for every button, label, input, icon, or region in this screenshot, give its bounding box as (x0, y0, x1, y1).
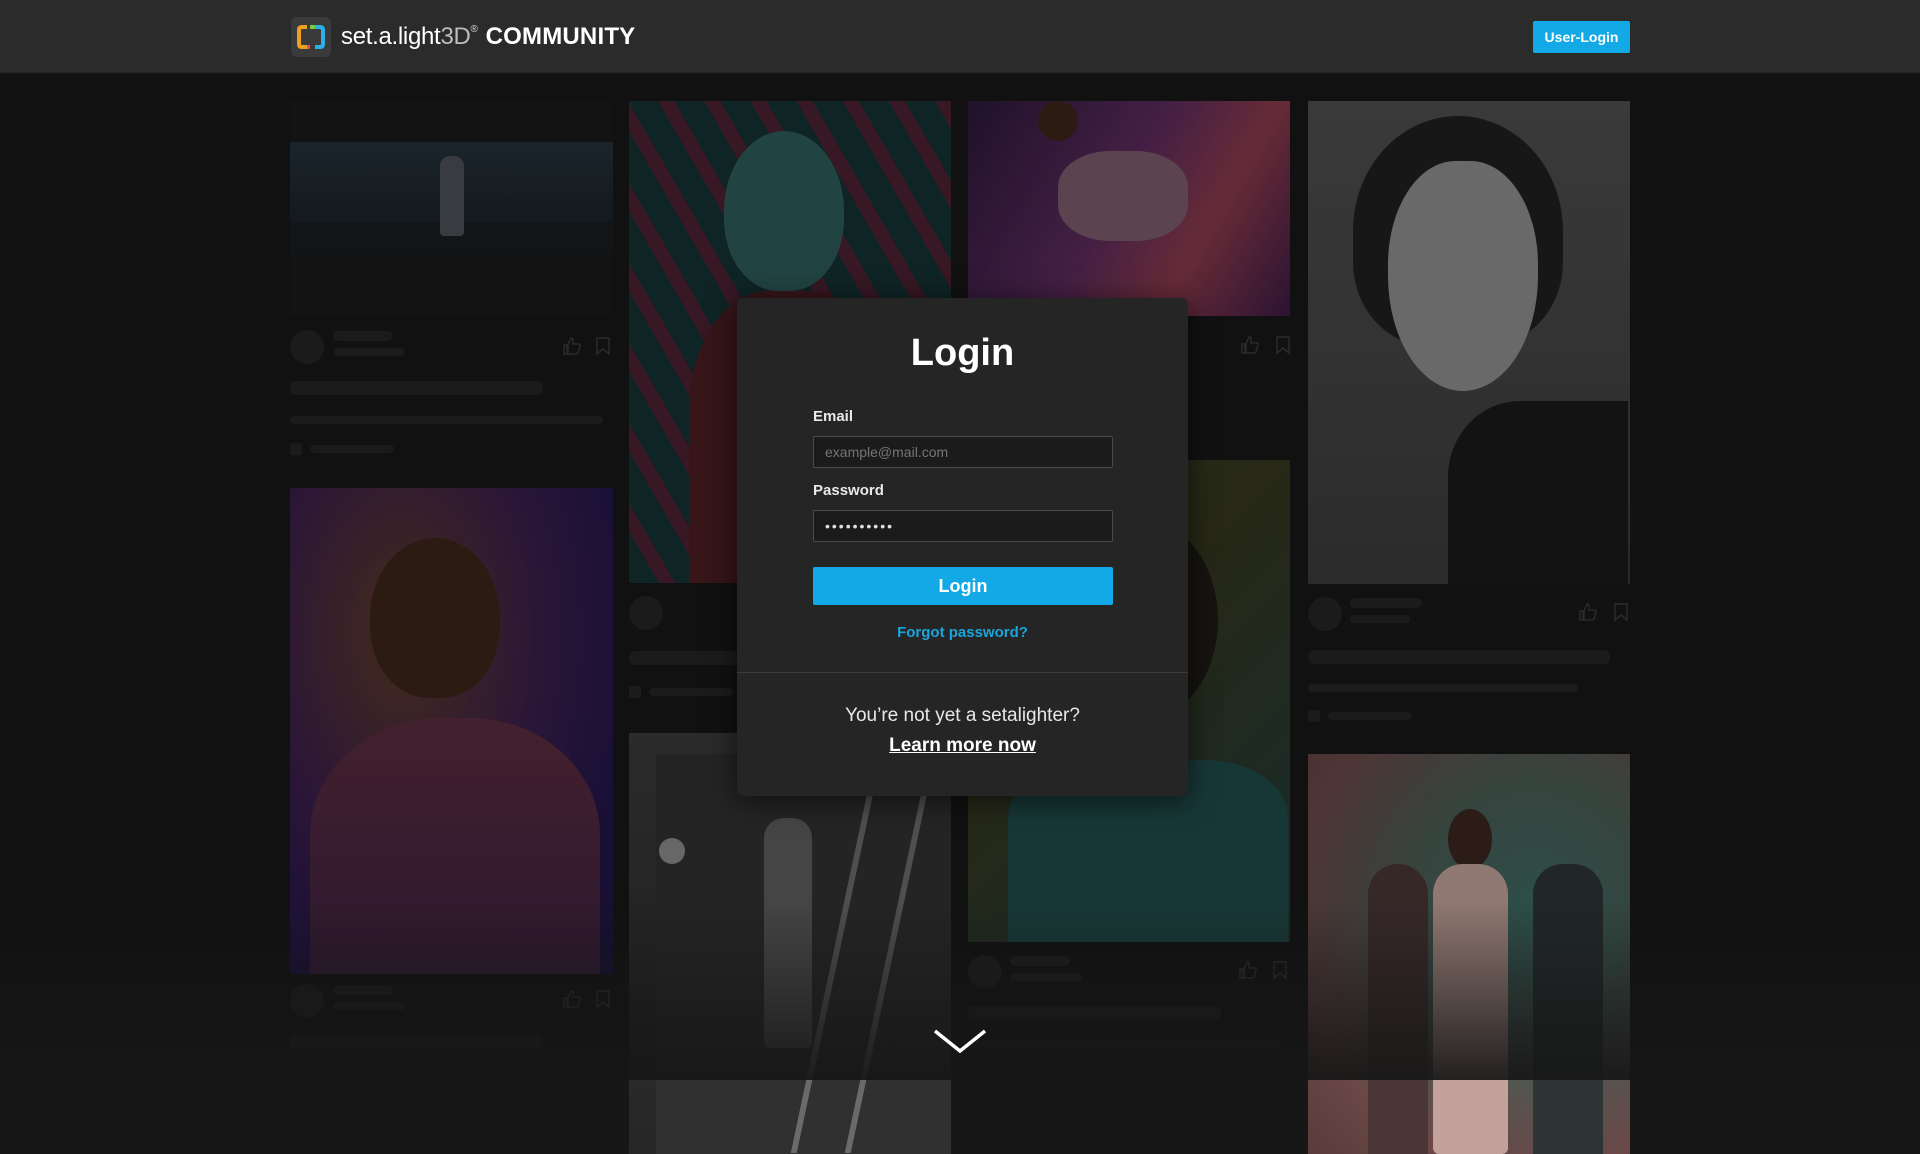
login-title: Login (910, 332, 1015, 374)
modal-divider (737, 672, 1188, 673)
login-modal: Login Email Password Login Forgot passwo… (737, 298, 1188, 796)
chevron-down-icon[interactable] (931, 1025, 989, 1059)
password-label: Password (813, 482, 884, 499)
email-field[interactable] (813, 436, 1113, 468)
brand-logo[interactable]: set.a.light3D® COMMUNITY (291, 17, 635, 57)
user-login-button[interactable]: User-Login (1533, 21, 1630, 53)
learn-more-link[interactable]: Learn more now (737, 735, 1188, 757)
forgot-password-link[interactable]: Forgot password? (737, 624, 1188, 641)
brand-registered-mark: ® (470, 24, 478, 35)
logo-icon (291, 17, 331, 57)
top-navigation-bar: set.a.light3D® COMMUNITY User-Login (0, 0, 1920, 73)
brand-community: COMMUNITY (485, 23, 636, 50)
signup-prompt: You’re not yet a setalighter? (845, 705, 1080, 726)
brand-name: set.a.light (341, 23, 441, 50)
brand-3d: 3D (440, 23, 471, 50)
brand-wordmark: set.a.light3D® COMMUNITY (341, 23, 635, 51)
login-submit-button[interactable]: Login (813, 567, 1113, 605)
email-label: Email (813, 408, 854, 425)
password-field[interactable] (813, 510, 1113, 542)
